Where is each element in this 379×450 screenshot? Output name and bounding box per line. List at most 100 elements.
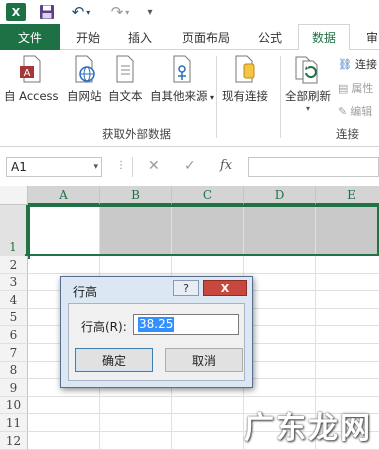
- formula-input[interactable]: [248, 157, 379, 177]
- cell-c11[interactable]: [172, 414, 244, 432]
- cell-b2[interactable]: [100, 256, 172, 274]
- from-text-button[interactable]: 自文本: [108, 54, 143, 104]
- from-other-sources-button[interactable]: 自其他来源 ▾: [150, 54, 214, 104]
- cell-a12[interactable]: [28, 432, 100, 450]
- cell-d8[interactable]: [244, 361, 316, 380]
- text-file-icon: [116, 55, 134, 83]
- cell-d3[interactable]: [244, 273, 316, 292]
- cancel-button[interactable]: 取消: [165, 348, 243, 372]
- watermark-text: 广东龙网: [244, 411, 372, 446]
- row-header-9[interactable]: 9: [0, 379, 28, 397]
- properties-button[interactable]: ▤ 属性: [338, 80, 373, 96]
- row-header-8[interactable]: 8: [0, 361, 28, 380]
- row-header-7[interactable]: 7: [0, 344, 28, 362]
- group-label-get-external-data: 获取外部数据: [102, 127, 171, 141]
- close-button[interactable]: X: [203, 280, 247, 296]
- tab-formulas[interactable]: 公式: [250, 24, 290, 50]
- connections-icon: ⛓: [338, 57, 352, 71]
- cell-b12[interactable]: [100, 432, 172, 450]
- row-header-4[interactable]: 4: [0, 291, 28, 309]
- confirm-entry-icon[interactable]: ✓: [184, 158, 196, 174]
- refresh-all-button[interactable]: 全部刷新 ▾: [285, 54, 331, 113]
- tab-data[interactable]: 数据: [298, 24, 350, 51]
- cell-e2[interactable]: [316, 256, 379, 274]
- cell-d7[interactable]: [244, 344, 316, 362]
- cell-c12[interactable]: [172, 432, 244, 450]
- cell-d5[interactable]: [244, 308, 316, 327]
- cell-d6[interactable]: [244, 326, 316, 344]
- dialog-title: 行高: [73, 285, 98, 299]
- column-header-d[interactable]: D: [244, 186, 316, 205]
- cell-c10[interactable]: [172, 396, 244, 415]
- edit-links-button[interactable]: ✎ 编辑: [338, 103, 372, 119]
- row-header-3[interactable]: 3: [0, 273, 28, 292]
- ribbon-tab-bar: 文件 开始 插入 页面布局 公式 数据 审阅: [0, 24, 379, 51]
- row-header-6[interactable]: 6: [0, 326, 28, 344]
- connections-button[interactable]: ⛓ 连接: [338, 56, 377, 72]
- select-all-corner[interactable]: [0, 186, 28, 205]
- redo-icon[interactable]: ↷ ▾: [105, 3, 135, 21]
- tab-home[interactable]: 开始: [68, 24, 108, 50]
- cell-d2[interactable]: [244, 256, 316, 274]
- ribbon-separator: [216, 56, 217, 138]
- undo-icon[interactable]: ↶ ▾: [66, 3, 96, 21]
- web-icon: [75, 55, 95, 83]
- row-header-10[interactable]: 10: [0, 396, 28, 415]
- existing-connections-icon: [235, 55, 255, 83]
- row-height-value: 38.25: [138, 317, 175, 332]
- cell-a1[interactable]: [28, 205, 100, 256]
- cell-e3[interactable]: [316, 274, 379, 292]
- cell-b10[interactable]: [100, 396, 172, 415]
- tab-page-layout[interactable]: 页面布局: [172, 24, 240, 50]
- row-height-label: 行高(R):: [81, 320, 127, 334]
- properties-icon: ▤: [338, 81, 349, 95]
- row-header-2[interactable]: 2: [0, 256, 28, 274]
- cell-d4[interactable]: [244, 291, 316, 309]
- from-web-button[interactable]: 自网站: [67, 54, 102, 104]
- cancel-entry-icon[interactable]: ✕: [148, 158, 160, 174]
- group-label-connections: 连接: [336, 127, 359, 141]
- cell-d9[interactable]: [244, 379, 316, 397]
- existing-connections-button[interactable]: 现有连接: [222, 54, 268, 104]
- cell-e6[interactable]: [316, 326, 379, 344]
- row-header-12[interactable]: 12: [0, 432, 28, 450]
- column-header-a[interactable]: A: [28, 186, 100, 205]
- row-header-11[interactable]: 11: [0, 414, 28, 432]
- column-header-e[interactable]: E: [316, 186, 379, 205]
- tab-file[interactable]: 文件: [0, 24, 60, 50]
- chevron-down-icon[interactable]: ▾: [93, 158, 98, 176]
- column-header-b[interactable]: B: [100, 186, 172, 205]
- cell-a11[interactable]: [28, 414, 100, 432]
- cell-a2[interactable]: [28, 256, 100, 274]
- customize-toolbar-icon[interactable]: ▾: [143, 3, 157, 21]
- ok-button[interactable]: 确定: [75, 348, 153, 372]
- cell-c1[interactable]: [172, 205, 244, 256]
- cell-b1[interactable]: [100, 205, 172, 256]
- edit-links-icon: ✎: [338, 104, 348, 118]
- cell-e8[interactable]: [316, 362, 379, 380]
- cell-e5[interactable]: [316, 309, 379, 327]
- cell-a10[interactable]: [28, 396, 100, 415]
- insert-function-button[interactable]: fx: [220, 158, 232, 173]
- divider: [132, 157, 133, 177]
- tab-insert[interactable]: 插入: [120, 24, 160, 50]
- cell-e1[interactable]: [316, 205, 379, 256]
- row-header-1[interactable]: 1: [0, 205, 28, 256]
- cell-d1[interactable]: [244, 205, 316, 256]
- row-header-5[interactable]: 5: [0, 308, 28, 327]
- cell-b11[interactable]: [100, 414, 172, 432]
- cell-e4[interactable]: [316, 291, 379, 309]
- column-header-c[interactable]: C: [172, 186, 244, 205]
- excel-logo-icon: X: [6, 3, 26, 21]
- refresh-icon: [295, 56, 318, 84]
- name-box[interactable]: A1 ▾: [6, 157, 102, 177]
- formula-bar-grip-icon[interactable]: ⋮: [116, 160, 126, 171]
- from-access-button[interactable]: A 自 Access: [4, 54, 59, 104]
- cell-c2[interactable]: [172, 256, 244, 274]
- save-icon[interactable]: [38, 3, 56, 21]
- row-height-input[interactable]: 38.25: [133, 314, 239, 335]
- help-button[interactable]: ?: [173, 280, 199, 296]
- cell-e9[interactable]: [316, 379, 379, 397]
- tab-review[interactable]: 审阅: [358, 24, 379, 50]
- cell-e7[interactable]: [316, 344, 379, 362]
